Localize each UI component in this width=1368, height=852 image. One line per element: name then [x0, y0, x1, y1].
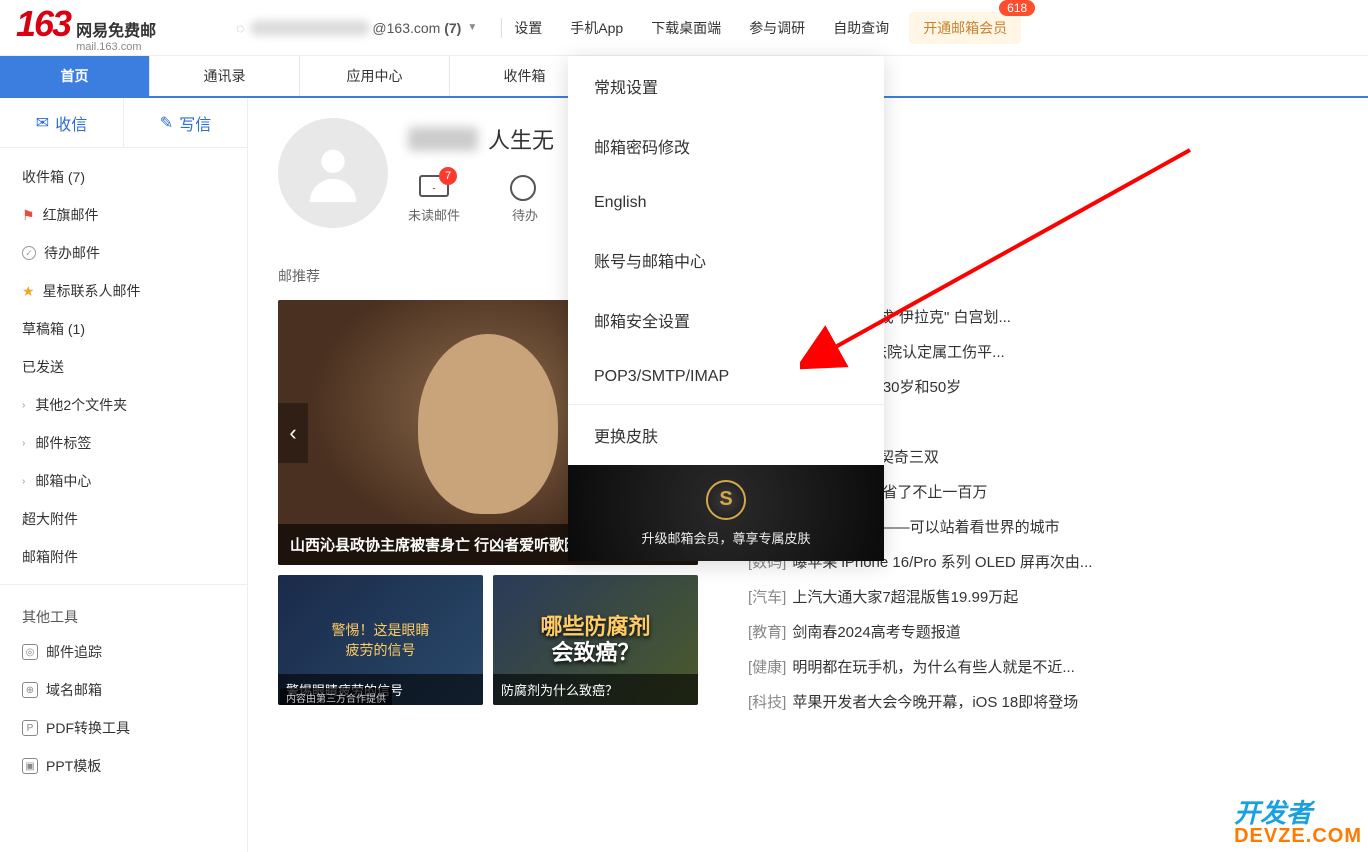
email-username-redacted — [250, 20, 370, 36]
qa-todo[interactable]: 待办 — [510, 175, 540, 224]
vip-badge: 618 — [999, 0, 1035, 16]
vip-button[interactable]: 开通邮箱会员 618 — [909, 12, 1021, 44]
star-icon: ★ — [22, 283, 35, 300]
tab-app-center[interactable]: 应用中心 — [300, 56, 450, 96]
nav-self-service[interactable]: 自助查询 — [833, 18, 889, 38]
unread-badge: 7 — [439, 167, 457, 185]
news-item[interactable]: [教育]剑南春2024高考专题报道 — [748, 621, 1338, 642]
ppt-icon: ▣ — [22, 758, 38, 774]
news-item[interactable]: [科技]苹果开发者大会今晚开幕，iOS 18即将登场 — [748, 691, 1338, 712]
logo-en: mail.163.com — [76, 41, 156, 53]
pencil-icon: ✎ — [160, 113, 173, 133]
recommend-thumb-2[interactable]: 哪些防腐剂 会致癌？ 防腐剂为什么致癌？ — [493, 575, 698, 705]
sidebar: ✉ 收信 ✎ 写信 收件箱 (7) ⚑红旗邮件 ✓待办邮件 ★星标联系人邮件 草… — [0, 98, 248, 852]
news-item[interactable]: [健康]明明都在玩手机，为什么有些人就是不近... — [748, 656, 1338, 677]
tracking-icon: ◎ — [22, 644, 38, 660]
carousel-prev[interactable]: ‹ — [278, 403, 308, 463]
sidebar-item-drafts[interactable]: 草稿箱 (1) — [0, 310, 247, 348]
sidebar-tool-tracking[interactable]: ◎邮件追踪 — [0, 633, 247, 671]
sidebar-item-large-attach[interactable]: 超大附件 — [0, 500, 247, 538]
news-item[interactable]: [汽车]上汽大通大家7超混版售19.99万起 — [748, 586, 1338, 607]
clock-icon: ✓ — [22, 246, 36, 260]
vip-badge-icon: S — [706, 480, 746, 520]
tab-contacts[interactable]: 通讯录 — [150, 56, 300, 96]
sidebar-item-attachments[interactable]: 邮箱附件 — [0, 538, 247, 576]
chevron-right-icon: › — [22, 400, 25, 411]
compose-row: ✉ 收信 ✎ 写信 — [0, 98, 247, 148]
source-tag: 内容由第三方合作提供 — [280, 688, 392, 705]
quick-actions: 7 未读邮件 待办 — [408, 175, 554, 224]
inbox-icon: ✉ — [36, 113, 49, 133]
sidebar-item-starred[interactable]: ★星标联系人邮件 — [0, 272, 247, 310]
recommend-thumb-1[interactable]: 警惕！这是眼睛 疲劳的信号 警惕眼睛疲劳的信号 内容由第三方合作提供 — [278, 575, 483, 705]
nav-download-desktop[interactable]: 下载桌面端 — [651, 18, 721, 38]
sidebar-item-other-folders[interactable]: ›其他2个文件夹 — [0, 386, 247, 424]
folder-list: 收件箱 (7) ⚑红旗邮件 ✓待办邮件 ★星标联系人邮件 草稿箱 (1) 已发送… — [0, 148, 247, 795]
sidebar-tool-pdf[interactable]: PPDF转换工具 — [0, 709, 247, 747]
sidebar-item-sent[interactable]: 已发送 — [0, 348, 247, 386]
sidebar-tools-title: 其他工具 — [0, 593, 247, 633]
profile-slogan: 人生无 — [488, 123, 554, 155]
globe-icon: ◌ — [236, 20, 244, 36]
sidebar-item-flagged[interactable]: ⚑红旗邮件 — [0, 196, 247, 234]
chevron-right-icon: › — [22, 438, 25, 449]
dd-pop3-smtp-imap[interactable]: POP3/SMTP/IMAP — [568, 350, 884, 404]
dd-change-skin[interactable]: 更换皮肤 — [568, 405, 884, 465]
chevron-right-icon: › — [22, 476, 25, 487]
receive-button[interactable]: ✉ 收信 — [0, 98, 123, 147]
caret-down-icon: ▼ — [467, 22, 477, 33]
divider — [0, 584, 247, 585]
sidebar-tool-domain[interactable]: ⊕域名邮箱 — [0, 671, 247, 709]
tab-home[interactable]: 首页 — [0, 56, 150, 96]
dd-security[interactable]: 邮箱安全设置 — [568, 290, 884, 350]
qa-unread-label: 未读邮件 — [408, 205, 460, 224]
qa-todo-label: 待办 — [512, 205, 538, 224]
avatar[interactable] — [278, 118, 388, 228]
divider — [501, 18, 502, 38]
dd-vip-promo[interactable]: S 升级邮箱会员，尊享专属皮肤 — [568, 465, 884, 561]
sidebar-item-mail-center[interactable]: ›邮箱中心 — [0, 462, 247, 500]
dd-english[interactable]: English — [568, 176, 884, 230]
user-email-dropdown[interactable]: ◌ @163.com (7) ▼ — [236, 20, 477, 36]
clock-icon — [510, 175, 536, 201]
header: 163 网易免费邮 mail.163.com ◌ @163.com (7) ▼ … — [0, 0, 1368, 56]
logo-number: 163 — [16, 3, 70, 45]
sidebar-tool-ppt[interactable]: ▣PPT模板 — [0, 747, 247, 785]
pdf-icon: P — [22, 720, 38, 736]
sidebar-item-todo[interactable]: ✓待办邮件 — [0, 234, 247, 272]
top-nav: 设置 手机App 下载桌面端 参与调研 自助查询 — [514, 18, 889, 38]
nav-settings[interactable]: 设置 — [514, 18, 542, 38]
dd-account-center[interactable]: 账号与邮箱中心 — [568, 230, 884, 290]
compose-button[interactable]: ✎ 写信 — [124, 98, 247, 147]
logo-cn: 网易免费邮 — [76, 17, 156, 41]
dd-change-password[interactable]: 邮箱密码修改 — [568, 116, 884, 176]
logo[interactable]: 163 网易免费邮 mail.163.com — [16, 3, 156, 53]
nav-mobile-app[interactable]: 手机App — [570, 18, 623, 38]
username-redacted — [408, 127, 478, 151]
person-icon — [298, 138, 368, 208]
sidebar-item-inbox[interactable]: 收件箱 (7) — [0, 158, 247, 196]
flag-icon: ⚑ — [22, 207, 35, 224]
nav-survey[interactable]: 参与调研 — [749, 18, 805, 38]
settings-dropdown: 常规设置 邮箱密码修改 English 账号与邮箱中心 邮箱安全设置 POP3/… — [568, 56, 884, 561]
dd-general-settings[interactable]: 常规设置 — [568, 56, 884, 116]
globe-icon: ⊕ — [22, 682, 38, 698]
qa-unread[interactable]: 7 未读邮件 — [408, 175, 460, 224]
sidebar-item-labels[interactable]: ›邮件标签 — [0, 424, 247, 462]
watermark: 开发者 DEVZE.COM — [1234, 800, 1362, 846]
